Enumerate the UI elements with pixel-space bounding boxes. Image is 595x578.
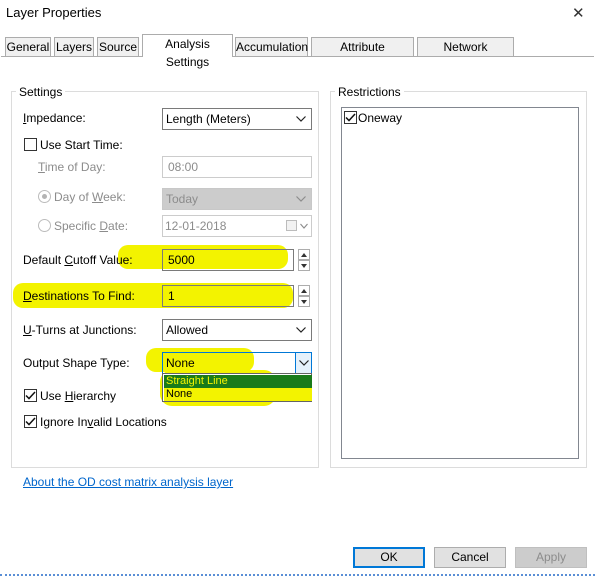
- restriction-checkbox[interactable]: [344, 111, 357, 124]
- specific-date-radio[interactable]: [38, 219, 51, 232]
- checkmark-icon: [25, 417, 36, 426]
- default-cutoff-label: Default Cutoff Value:: [23, 253, 133, 267]
- use-start-time-checkbox[interactable]: [24, 138, 37, 151]
- window-bottom-edge: [0, 574, 595, 576]
- uturns-label: U-Turns at Junctions:: [23, 323, 137, 337]
- close-icon[interactable]: ✕: [572, 4, 585, 22]
- use-hierarchy-checkbox[interactable]: [24, 389, 37, 402]
- chevron-down-icon: [300, 216, 308, 242]
- restriction-label: Oneway: [358, 111, 403, 125]
- option-none[interactable]: None: [164, 388, 312, 401]
- restrictions-list[interactable]: Oneway: [341, 107, 579, 459]
- title-bar: Layer Properties ✕: [0, 0, 595, 30]
- tab-label: Source: [98, 40, 138, 54]
- destinations-input[interactable]: 1: [162, 285, 294, 307]
- chevron-down-icon: [295, 189, 307, 209]
- uturns-select[interactable]: Allowed: [162, 319, 312, 341]
- impedance-label: Impedance:: [23, 111, 86, 125]
- tab-network-locations[interactable]: Network Locations: [417, 37, 514, 72]
- ignore-invalid-label: Ignore Invalid Locations: [40, 415, 167, 429]
- use-start-time-label: Use Start Time:: [40, 138, 123, 152]
- spin-down-icon[interactable]: [298, 296, 310, 307]
- ok-button[interactable]: OK: [353, 547, 425, 568]
- option-straight-line[interactable]: Straight Line: [164, 375, 312, 388]
- cancel-button[interactable]: Cancel: [434, 547, 506, 568]
- chevron-down-icon: [295, 109, 307, 129]
- spin-down-icon[interactable]: [298, 260, 310, 271]
- output-shape-select[interactable]: None: [162, 352, 312, 374]
- specific-date-value: 12-01-2018: [165, 219, 227, 233]
- impedance-select[interactable]: Length (Meters): [162, 108, 312, 130]
- ignore-invalid-checkbox[interactable]: [24, 415, 37, 428]
- calendar-icon: [286, 220, 297, 231]
- day-of-week-label: Day of Week:: [54, 190, 126, 204]
- window-title: Layer Properties: [6, 5, 102, 20]
- spin-up-icon[interactable]: [298, 285, 310, 296]
- destinations-spinner[interactable]: [298, 285, 310, 307]
- day-of-week-value: Today: [166, 192, 199, 206]
- chevron-down-icon: [295, 320, 307, 340]
- time-of-day-label: Time of Day:: [38, 160, 106, 174]
- cutoff-spinner[interactable]: [298, 249, 310, 271]
- tab-attribute-parameters[interactable]: Attribute Parameters: [311, 37, 414, 72]
- tab-label: General: [6, 40, 50, 54]
- output-shape-label: Output Shape Type:: [23, 356, 130, 370]
- tab-label: Layers: [55, 40, 93, 54]
- settings-group-label: Settings: [16, 85, 66, 99]
- destinations-label: Destinations To Find:: [23, 289, 135, 303]
- tab-source[interactable]: Source: [97, 37, 139, 56]
- restrictions-group-label: Restrictions: [335, 85, 404, 99]
- spin-up-icon[interactable]: [298, 249, 310, 260]
- tab-layers[interactable]: Layers: [54, 37, 94, 56]
- tab-label: Accumulation: [236, 40, 309, 54]
- specific-date-picker[interactable]: 12-01-2018: [162, 215, 312, 237]
- tab-analysis-settings[interactable]: Analysis Settings: [142, 34, 233, 69]
- specific-date-label: Specific Date:: [54, 219, 129, 233]
- checkmark-icon: [25, 391, 36, 400]
- apply-button[interactable]: Apply: [515, 547, 587, 568]
- checkmark-icon: [345, 113, 356, 122]
- uturns-value: Allowed: [166, 323, 209, 337]
- about-link[interactable]: About the OD cost matrix analysis layer: [23, 475, 233, 489]
- day-of-week-select[interactable]: Today: [162, 188, 312, 210]
- output-shape-value: None: [166, 356, 195, 370]
- use-hierarchy-label: Use Hierarchy: [40, 389, 117, 403]
- day-of-week-radio[interactable]: [38, 190, 51, 203]
- chevron-down-icon: [295, 353, 311, 373]
- tab-general[interactable]: General: [5, 37, 51, 56]
- tab-accumulation[interactable]: Accumulation: [235, 37, 308, 56]
- tab-label: Analysis Settings: [165, 37, 210, 69]
- time-of-day-input[interactable]: 08:00: [162, 156, 312, 178]
- impedance-value: Length (Meters): [166, 112, 251, 126]
- default-cutoff-input[interactable]: 5000: [162, 249, 294, 271]
- output-shape-dropdown-list: Straight Line None: [162, 373, 312, 402]
